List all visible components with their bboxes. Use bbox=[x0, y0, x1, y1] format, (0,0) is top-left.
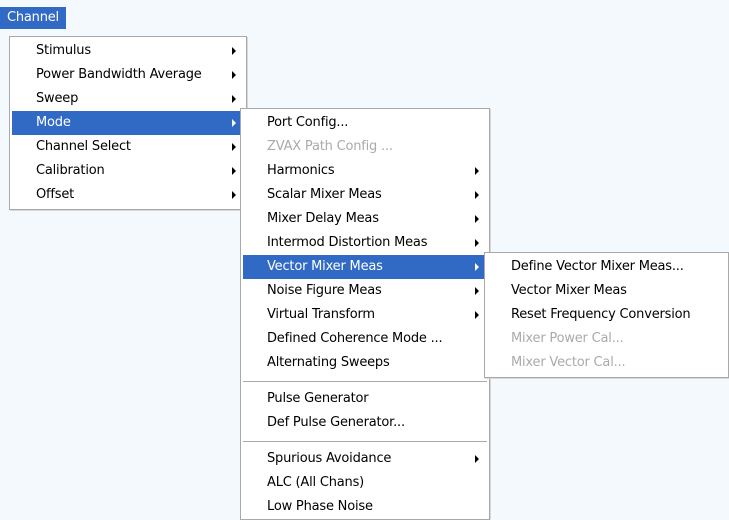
menu-item-channel-select[interactable]: Channel Select bbox=[12, 135, 244, 159]
menu-item-label: Alternating Sweeps bbox=[267, 355, 390, 370]
menu-item-def-pulse-generator[interactable]: Def Pulse Generator... bbox=[243, 411, 487, 435]
menu-item-offset[interactable]: Offset bbox=[12, 183, 244, 207]
menu-item-zvax-path-config: ZVAX Path Config ... bbox=[243, 135, 487, 159]
submenu-arrow-icon bbox=[475, 215, 479, 223]
menu-item-label: Mixer Power Cal... bbox=[511, 331, 624, 346]
menu-item-label: Intermod Distortion Meas bbox=[267, 235, 428, 250]
menu-bar: Channel bbox=[0, 0, 729, 32]
menu-item-vector-mixer-meas-sub[interactable]: Vector Mixer Meas bbox=[487, 279, 726, 303]
mode-submenu: Port Config... ZVAX Path Config ... Harm… bbox=[240, 108, 490, 520]
menu-item-power-bandwidth-average[interactable]: Power Bandwidth Average bbox=[12, 63, 244, 87]
menu-item-pulse-generator[interactable]: Pulse Generator bbox=[243, 387, 487, 411]
submenu-arrow-icon bbox=[475, 455, 479, 463]
menu-separator bbox=[243, 381, 487, 382]
menu-item-label: Noise Figure Meas bbox=[267, 283, 382, 298]
menu-item-label: Sweep bbox=[36, 91, 79, 106]
menu-item-label: Virtual Transform bbox=[267, 307, 375, 322]
submenu-arrow-icon bbox=[232, 47, 236, 55]
menu-item-label: Harmonics bbox=[267, 163, 335, 178]
menu-item-label: Stimulus bbox=[36, 43, 91, 58]
menu-item-mode[interactable]: Mode bbox=[12, 111, 244, 135]
menu-item-reset-frequency-conversion[interactable]: Reset Frequency Conversion bbox=[487, 303, 726, 327]
menu-item-vector-mixer-meas[interactable]: Vector Mixer Meas bbox=[243, 255, 487, 279]
menu-item-label: Def Pulse Generator... bbox=[267, 415, 405, 430]
submenu-arrow-icon bbox=[475, 239, 479, 247]
menu-item-harmonics[interactable]: Harmonics bbox=[243, 159, 487, 183]
menu-item-label: Mode bbox=[36, 115, 71, 130]
submenu-arrow-icon bbox=[475, 263, 479, 271]
submenu-arrow-icon bbox=[232, 71, 236, 79]
menu-item-mixer-vector-cal: Mixer Vector Cal... bbox=[487, 351, 726, 375]
menu-item-label: Spurious Avoidance bbox=[267, 451, 392, 466]
menu-item-alc-all-chans[interactable]: ALC (All Chans) bbox=[243, 471, 487, 495]
menu-item-label: Pulse Generator bbox=[267, 391, 369, 406]
menu-item-label: Channel Select bbox=[36, 139, 131, 154]
menu-item-intermod-distortion-meas[interactable]: Intermod Distortion Meas bbox=[243, 231, 487, 255]
submenu-arrow-icon bbox=[232, 167, 236, 175]
menu-item-mixer-power-cal: Mixer Power Cal... bbox=[487, 327, 726, 351]
submenu-arrow-icon bbox=[475, 311, 479, 319]
menu-item-spurious-avoidance[interactable]: Spurious Avoidance bbox=[243, 447, 487, 471]
menu-item-label: Mixer Delay Meas bbox=[267, 211, 379, 226]
menu-item-alternating-sweeps[interactable]: Alternating Sweeps bbox=[243, 351, 487, 375]
menu-item-label: Mixer Vector Cal... bbox=[511, 355, 626, 370]
submenu-arrow-icon bbox=[232, 119, 236, 127]
menu-channel[interactable]: Channel bbox=[0, 7, 66, 29]
menu-item-label: Port Config... bbox=[267, 115, 349, 130]
vector-mixer-submenu: Define Vector Mixer Meas... Vector Mixer… bbox=[484, 252, 729, 378]
menu-item-define-vector-mixer-meas[interactable]: Define Vector Mixer Meas... bbox=[487, 255, 726, 279]
menu-item-label: Defined Coherence Mode ... bbox=[267, 331, 443, 346]
menu-item-defined-coherence-mode[interactable]: Defined Coherence Mode ... bbox=[243, 327, 487, 351]
menu-item-sweep[interactable]: Sweep bbox=[12, 87, 244, 111]
menu-item-mixer-delay-meas[interactable]: Mixer Delay Meas bbox=[243, 207, 487, 231]
submenu-arrow-icon bbox=[475, 191, 479, 199]
submenu-arrow-icon bbox=[232, 143, 236, 151]
menu-item-label: ZVAX Path Config ... bbox=[267, 139, 393, 154]
menu-item-low-phase-noise[interactable]: Low Phase Noise bbox=[243, 495, 487, 519]
submenu-arrow-icon bbox=[475, 167, 479, 175]
menu-separator bbox=[243, 441, 487, 442]
menu-item-calibration[interactable]: Calibration bbox=[12, 159, 244, 183]
menu-item-port-config[interactable]: Port Config... bbox=[243, 111, 487, 135]
menu-item-label: Scalar Mixer Meas bbox=[267, 187, 382, 202]
menu-item-label: Vector Mixer Meas bbox=[511, 283, 627, 298]
menu-item-label: Vector Mixer Meas bbox=[267, 259, 383, 274]
menu-item-label: ALC (All Chans) bbox=[267, 475, 365, 490]
submenu-arrow-icon bbox=[232, 95, 236, 103]
channel-menu: Stimulus Power Bandwidth Average Sweep M… bbox=[9, 36, 247, 210]
submenu-arrow-icon bbox=[232, 191, 236, 199]
menu-item-virtual-transform[interactable]: Virtual Transform bbox=[243, 303, 487, 327]
menu-item-label: Low Phase Noise bbox=[267, 499, 373, 514]
menu-item-label: Offset bbox=[36, 187, 75, 202]
menu-item-stimulus[interactable]: Stimulus bbox=[12, 39, 244, 63]
menu-item-label: Reset Frequency Conversion bbox=[511, 307, 691, 322]
menu-item-noise-figure-meas[interactable]: Noise Figure Meas bbox=[243, 279, 487, 303]
menu-item-label: Define Vector Mixer Meas... bbox=[511, 259, 684, 274]
menu-item-label: Calibration bbox=[36, 163, 105, 178]
menu-item-scalar-mixer-meas[interactable]: Scalar Mixer Meas bbox=[243, 183, 487, 207]
submenu-arrow-icon bbox=[475, 287, 479, 295]
menu-item-label: Power Bandwidth Average bbox=[36, 67, 202, 82]
